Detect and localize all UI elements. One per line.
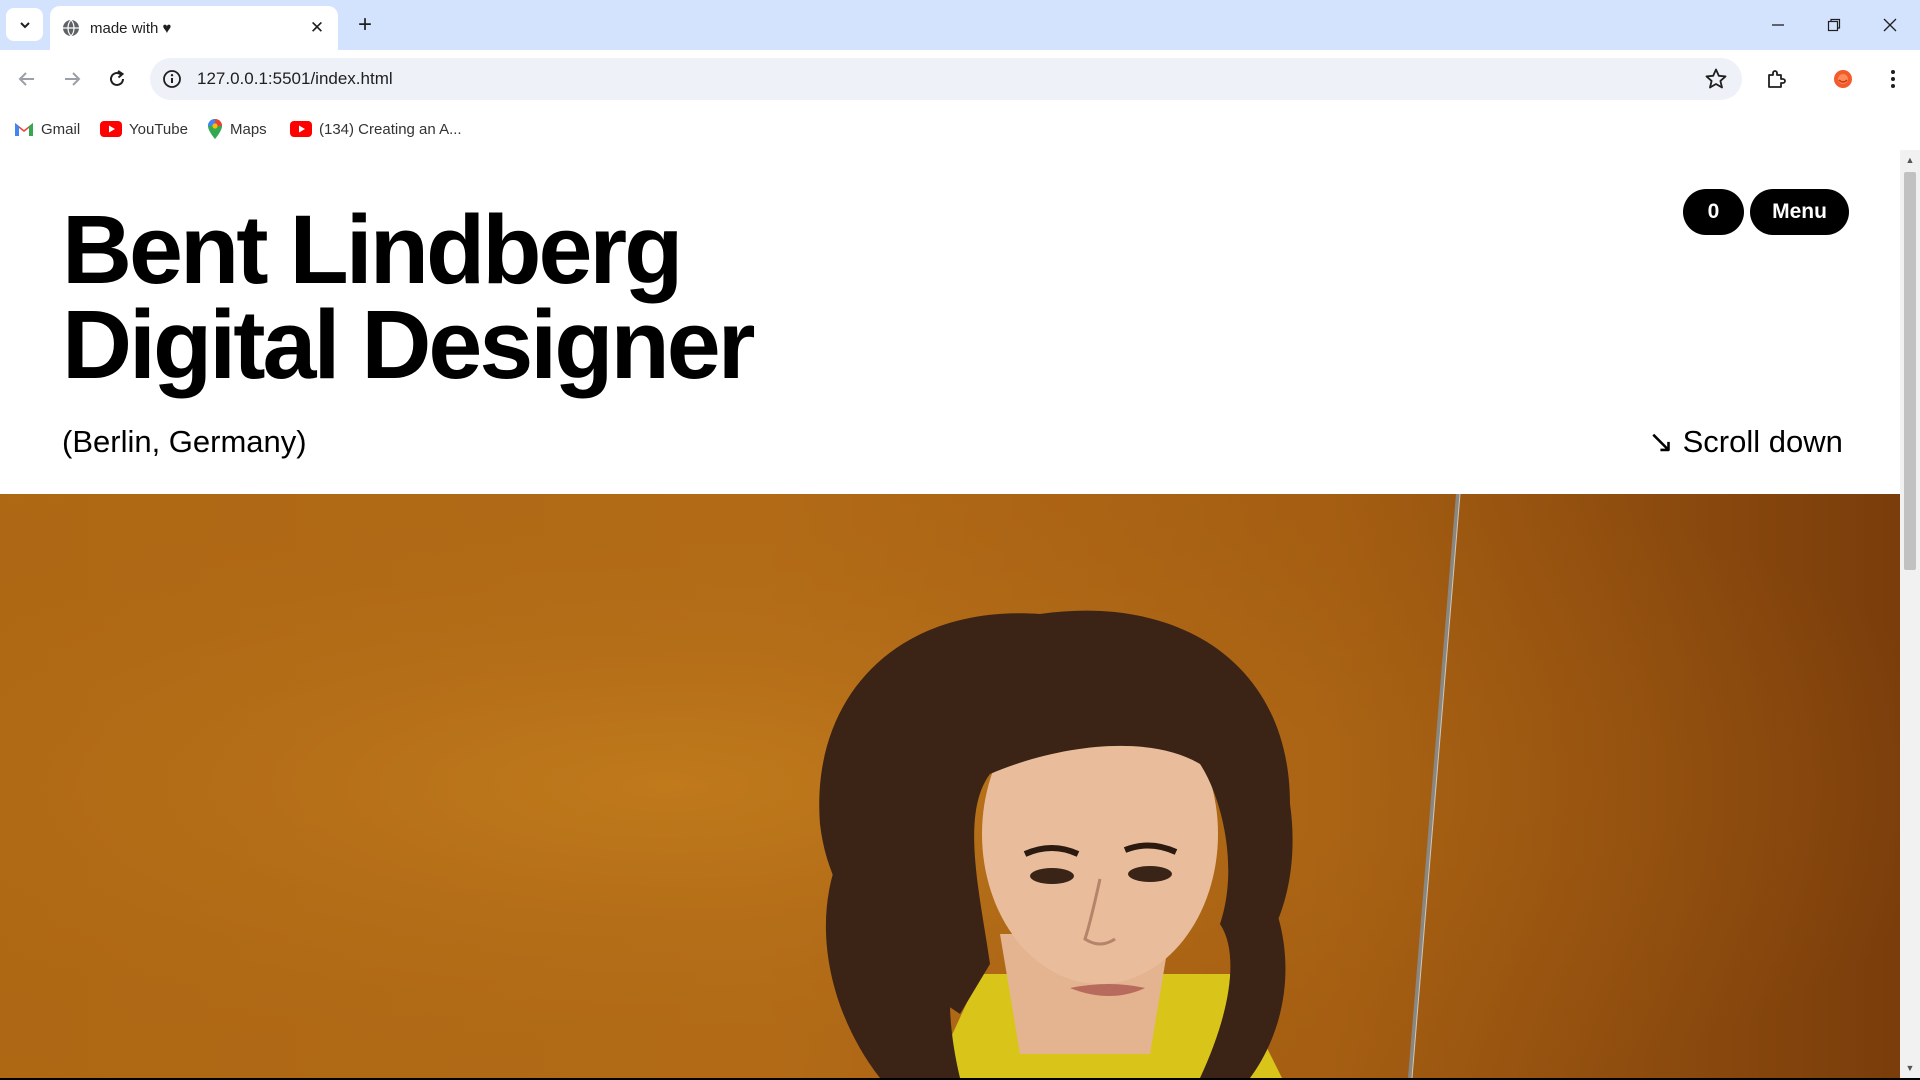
bookmark-video[interactable]: (134) Creating an A... xyxy=(290,116,462,142)
scroll-down-label: Scroll down xyxy=(1682,424,1843,459)
menu-button[interactable]: Menu xyxy=(1750,189,1849,235)
bookmark-gmail[interactable]: Gmail xyxy=(14,116,80,142)
minimize-button[interactable] xyxy=(1750,0,1806,50)
scroll-down-link[interactable]: ↘ Scroll down xyxy=(1648,424,1843,460)
chevron-down-icon xyxy=(19,21,30,28)
minimize-icon xyxy=(1772,24,1784,26)
more-vert-icon xyxy=(1891,70,1895,88)
bookmarks-bar: Gmail YouTube Maps (134) Creating an A..… xyxy=(0,108,1920,150)
reload-icon xyxy=(110,70,125,86)
reload-button[interactable] xyxy=(99,61,135,97)
browser-menu-button[interactable] xyxy=(1875,61,1911,97)
hero-portrait-image xyxy=(0,494,1900,1078)
puzzle-icon xyxy=(1768,70,1786,88)
avatar-icon xyxy=(1834,70,1852,88)
profile-button[interactable] xyxy=(1825,61,1861,97)
bookmark-label: (134) Creating an A... xyxy=(319,120,462,138)
active-tab[interactable]: made with ♥ ✕ xyxy=(50,6,338,50)
tab-search-button[interactable] xyxy=(6,8,43,41)
arrow-down-right-icon: ↘ xyxy=(1648,424,1674,459)
bookmark-label: YouTube xyxy=(129,120,188,138)
youtube-icon xyxy=(100,121,122,137)
tab-bar: made with ♥ ✕ + xyxy=(0,0,1920,50)
scroll-up-arrow-icon[interactable]: ▲ xyxy=(1904,154,1916,166)
back-button[interactable] xyxy=(9,61,45,97)
arrow-right-icon xyxy=(65,72,81,86)
tab-title: made with ♥ xyxy=(90,20,172,37)
restore-icon xyxy=(1827,18,1841,32)
close-icon xyxy=(1883,18,1897,32)
extensions-button[interactable] xyxy=(1758,61,1794,97)
bookmark-maps[interactable]: Maps xyxy=(207,116,267,142)
cart-count-button[interactable]: 0 xyxy=(1683,189,1744,235)
page-title: Bent Lindberg Digital Designer xyxy=(62,201,755,393)
page-viewport: Bent Lindberg Digital Designer 0 Menu (B… xyxy=(0,150,1900,1078)
address-bar[interactable]: 127.0.0.1:5501/index.html xyxy=(150,58,1742,100)
tab-close-icon[interactable]: ✕ xyxy=(306,17,328,39)
restore-button[interactable] xyxy=(1806,0,1862,50)
gmail-icon xyxy=(15,123,33,136)
bookmark-youtube[interactable]: YouTube xyxy=(100,116,188,142)
portrait-illustration xyxy=(0,494,1900,1078)
globe-icon xyxy=(63,19,79,37)
title-role: Digital Designer xyxy=(62,290,755,399)
new-tab-button[interactable]: + xyxy=(350,10,380,40)
browser-toolbar: 127.0.0.1:5501/index.html xyxy=(0,50,1920,108)
url-text[interactable]: 127.0.0.1:5501/index.html xyxy=(197,69,393,89)
scroll-down-arrow-icon[interactable]: ▼ xyxy=(1904,1062,1916,1074)
close-window-button[interactable] xyxy=(1862,0,1918,50)
title-name: Bent Lindberg xyxy=(62,195,683,304)
page-scrollbar[interactable]: ▲ ▼ xyxy=(1900,150,1920,1080)
location-text: (Berlin, Germany) xyxy=(62,424,307,459)
scrollbar-thumb[interactable] xyxy=(1904,172,1916,570)
maps-icon xyxy=(208,119,222,139)
site-info-icon[interactable] xyxy=(160,67,184,91)
bookmark-star-icon[interactable] xyxy=(1704,67,1728,91)
browser-window: made with ♥ ✕ + 127.0.0.1:5501/index.htm… xyxy=(0,0,1920,1080)
bookmark-label: Gmail xyxy=(41,120,81,138)
bookmark-label: Maps xyxy=(230,120,267,138)
forward-button[interactable] xyxy=(54,61,90,97)
arrow-left-icon xyxy=(18,72,34,86)
youtube-icon xyxy=(290,121,312,137)
